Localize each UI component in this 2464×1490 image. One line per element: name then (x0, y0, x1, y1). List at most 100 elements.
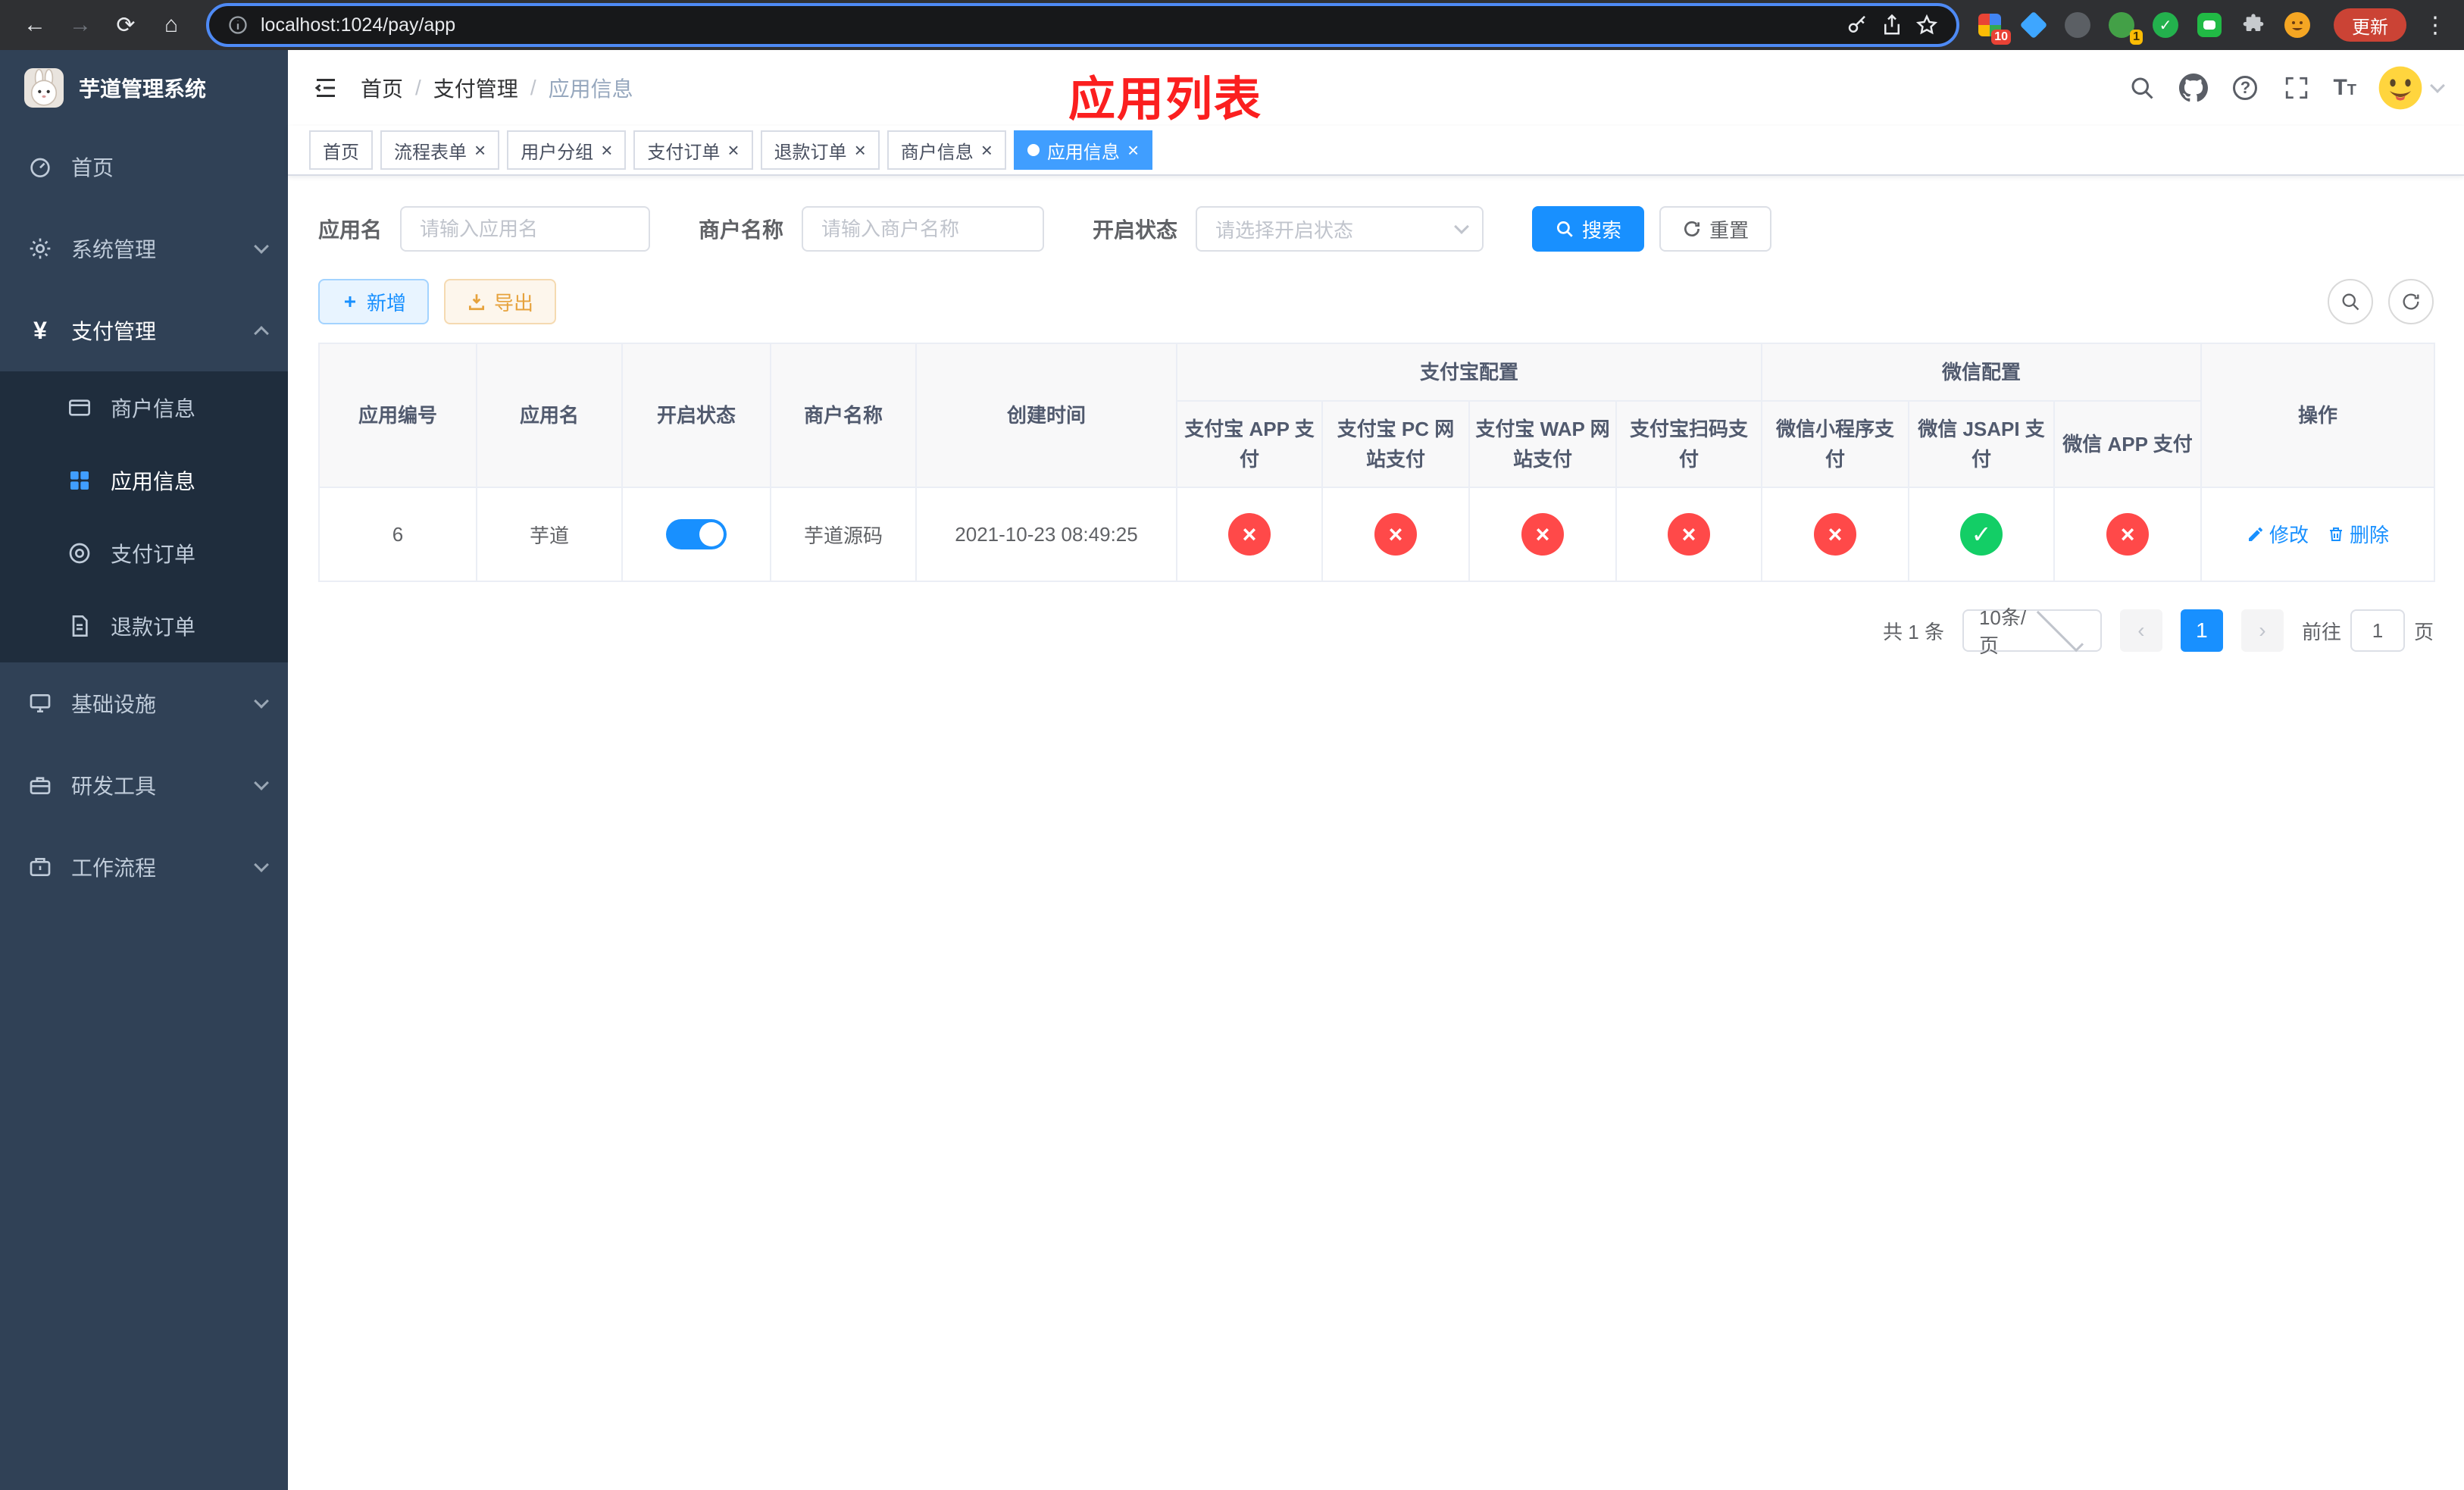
app-name-input[interactable] (400, 206, 651, 252)
sidebar-item-pay-orders[interactable]: 支付订单 (0, 517, 288, 590)
sidebar-item-label: 系统管理 (71, 238, 157, 261)
tab-user-group[interactable]: 用户分组 × (507, 130, 627, 170)
browser-reload-button[interactable]: ⟳ (106, 5, 145, 45)
toggle-search-button[interactable] (2328, 279, 2373, 324)
next-page-button[interactable]: › (2240, 609, 2284, 652)
prev-page-button[interactable]: ‹ (2119, 609, 2162, 652)
github-icon[interactable] (2178, 73, 2209, 103)
help-icon[interactable]: ? (2230, 73, 2260, 103)
close-icon[interactable]: × (1127, 140, 1139, 160)
tab-refund-orders[interactable]: 退款订单 × (760, 130, 880, 170)
extension-icon-chat[interactable] (2194, 10, 2225, 40)
site-info-icon[interactable] (227, 14, 249, 36)
sidebar-item-home[interactable]: 首页 (0, 126, 288, 208)
sub-header-alipay-app: 支付宝 APP 支付 (1176, 400, 1323, 488)
fullscreen-icon[interactable] (2281, 73, 2312, 103)
browser-profile-icon[interactable] (2282, 10, 2312, 40)
breadcrumb-home[interactable]: 首页 (361, 73, 403, 103)
tab-merchant-info[interactable]: 商户信息 × (886, 130, 1006, 170)
config-status-icon[interactable]: × (1374, 513, 1417, 556)
sidebar-item-label: 应用信息 (111, 470, 196, 493)
close-icon[interactable]: × (474, 140, 486, 160)
link-label: 修改 (2269, 524, 2309, 547)
grid-apps-icon (67, 468, 92, 493)
browser-menu-icon[interactable]: ⋮ (2422, 12, 2449, 39)
close-icon[interactable]: × (727, 140, 739, 160)
col-header-merchant: 商户名称 (770, 343, 917, 488)
config-status-icon[interactable]: × (1668, 513, 1710, 556)
config-status-icon[interactable]: × (2106, 513, 2150, 556)
close-icon[interactable]: × (601, 140, 612, 160)
chevron-down-icon (1454, 219, 1469, 234)
sidebar-item-refund-orders[interactable]: 退款订单 (0, 590, 288, 662)
sidebar-item-app-info[interactable]: 应用信息 (0, 444, 288, 517)
breadcrumb-current: 应用信息 (548, 77, 633, 101)
edit-link[interactable]: 修改 (2247, 520, 2309, 548)
browser-forward-button[interactable]: → (61, 5, 100, 45)
cell-merchant: 芋道源码 (770, 487, 917, 582)
status-select[interactable]: 请选择开启状态 (1196, 206, 1484, 252)
share-icon[interactable] (1881, 14, 1903, 36)
extension-icon-grid[interactable]: 10 (1975, 10, 2011, 45)
logo-row[interactable]: 芋道管理系统 (0, 50, 288, 126)
button-label: 重置 (1709, 218, 1750, 242)
sidebar-item-payment[interactable]: ¥ 支付管理 (0, 290, 288, 371)
export-button[interactable]: 导出 (444, 279, 557, 324)
cell-create-time: 2021-10-23 08:49:25 (915, 487, 1177, 582)
browser-update-button[interactable]: 更新 (2334, 8, 2406, 42)
header-actions: ? TT (2127, 65, 2445, 111)
cell-app-name: 芋道 (476, 487, 623, 582)
add-button[interactable]: 新增 (318, 279, 430, 324)
status-label: 开启状态 (1093, 218, 1178, 242)
config-status-icon[interactable]: ✓ (1960, 513, 2003, 556)
breadcrumb-payment[interactable]: 支付管理 (433, 73, 518, 103)
sidebar-item-devtools[interactable]: 研发工具 (0, 744, 288, 826)
bookmark-star-icon[interactable] (1915, 14, 1938, 36)
cell-status (621, 487, 771, 582)
search-icon (1557, 221, 1573, 237)
merchant-name-input[interactable] (802, 206, 1045, 252)
delete-link[interactable]: 删除 (2327, 520, 2389, 548)
address-bar[interactable]: localhost:1024/pay/app (206, 3, 1959, 47)
browser-back-button[interactable]: ← (15, 5, 55, 45)
password-key-icon[interactable] (1846, 14, 1868, 36)
extension-icon-gem[interactable] (2018, 10, 2049, 40)
close-icon[interactable]: × (981, 140, 993, 160)
search-icon[interactable] (2127, 73, 2157, 103)
font-size-icon[interactable]: TT (2333, 75, 2356, 101)
tab-process-form[interactable]: 流程表单 × (380, 130, 500, 170)
tab-app-info[interactable]: 应用信息 × (1013, 130, 1153, 170)
close-icon[interactable]: × (855, 140, 866, 160)
refresh-table-button[interactable] (2388, 279, 2434, 324)
browser-home-button[interactable]: ⌂ (152, 5, 191, 45)
breadcrumb: 首页 / 支付管理 / 应用信息 (361, 73, 633, 103)
config-status-icon[interactable]: × (1228, 513, 1271, 556)
payment-submenu: 商户信息 应用信息 支付订单 退款订单 (0, 371, 288, 662)
sidebar-toggle-icon[interactable] (309, 71, 342, 105)
sidebar-item-merchant-info[interactable]: 商户信息 (0, 371, 288, 444)
page-size-select[interactable]: 10条/页 (1962, 605, 2102, 657)
tab-home[interactable]: 首页 (309, 130, 373, 170)
config-status-icon[interactable]: × (1814, 513, 1857, 556)
sidebar-item-infrastructure[interactable]: 基础设施 (0, 662, 288, 744)
gear-icon (27, 236, 53, 261)
config-status-icon[interactable]: × (1521, 513, 1564, 556)
extensions-puzzle-icon[interactable] (2238, 10, 2269, 40)
status-toggle[interactable] (666, 519, 727, 549)
page-number-1[interactable]: 1 (2180, 609, 2223, 652)
goto-page-input[interactable] (2350, 609, 2405, 652)
user-avatar[interactable] (2378, 65, 2445, 111)
caret-down-icon (2430, 78, 2445, 93)
app-title: 芋道管理系统 (79, 77, 207, 101)
tab-pay-orders[interactable]: 支付订单 × (633, 130, 753, 170)
sidebar-item-workflow[interactable]: 工作流程 (0, 826, 288, 908)
extension-icon-avatar[interactable]: 1 (2106, 10, 2143, 45)
extension-icon-check[interactable]: ✓ (2150, 10, 2181, 40)
search-button[interactable]: 搜索 (1532, 206, 1645, 252)
sidebar-item-system[interactable]: 系统管理 (0, 208, 288, 290)
extension-icon-dark[interactable] (2062, 10, 2093, 40)
reset-button[interactable]: 重置 (1659, 206, 1772, 252)
sub-header-wechat-jsapi: 微信 JSAPI 支付 (1908, 400, 2056, 488)
credit-card-icon (67, 395, 92, 421)
url-text[interactable]: localhost:1024/pay/app (261, 14, 1834, 36)
